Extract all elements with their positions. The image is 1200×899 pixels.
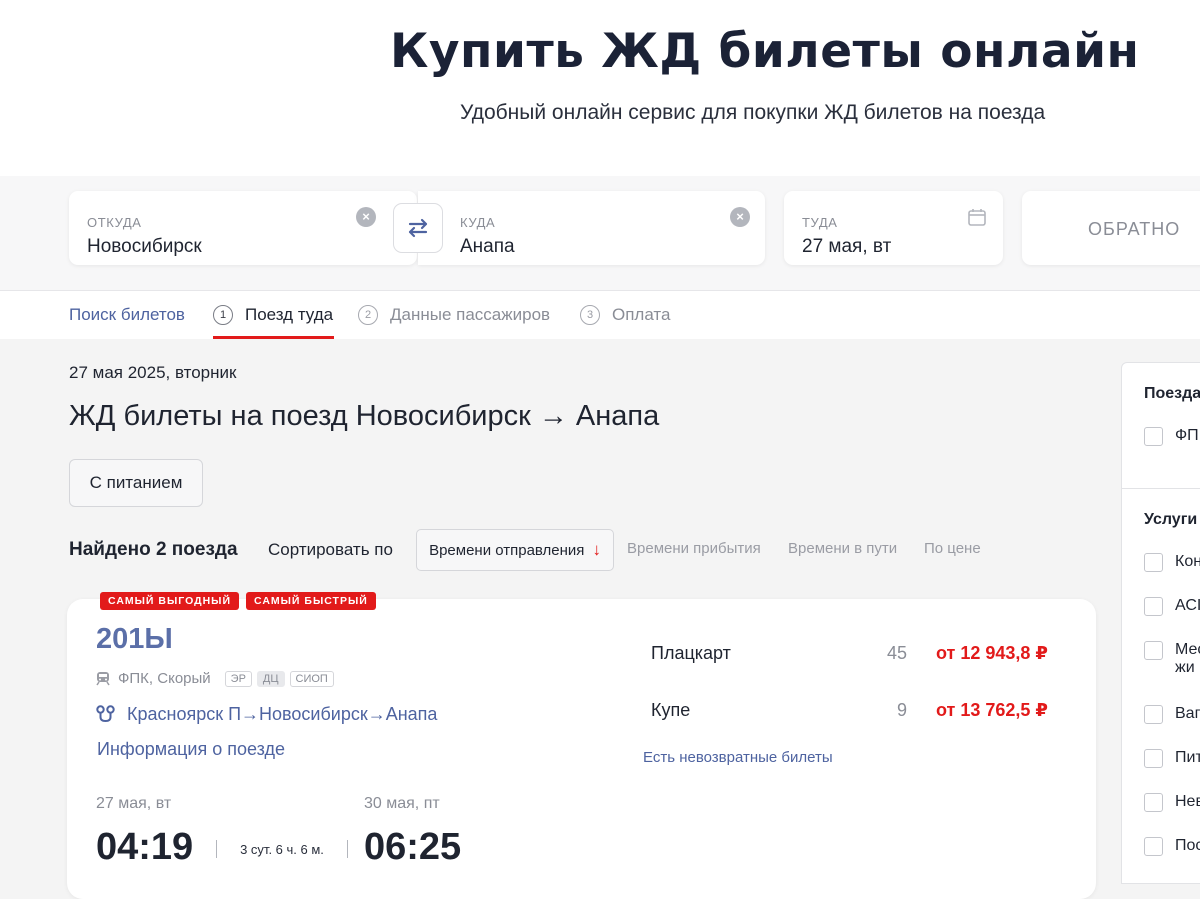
filter-item-label: Пит [1175, 749, 1200, 766]
seats-count: 45 [887, 643, 908, 663]
carrier-name: ФПК, Скорый [118, 670, 211, 687]
filter-checkbox-item[interactable]: АСІ [1144, 597, 1200, 616]
filter-checkbox-item[interactable]: Ваг [1144, 705, 1200, 724]
train-info-link[interactable]: Информация о поезде [97, 739, 285, 760]
filter-item-label: Кон [1175, 553, 1200, 570]
divider [1122, 488, 1200, 489]
filter-checkbox-item[interactable]: Пос [1144, 837, 1200, 856]
arrival-time: 06:25 [364, 826, 462, 868]
page-hero-title: Купить ЖД билеты онлайн [390, 24, 1140, 79]
step-payment: 3 Оплата [580, 291, 670, 339]
route-pins-icon [96, 705, 115, 723]
class-price[interactable]: от 13 762,5 ₽ [936, 700, 1048, 721]
date-value[interactable]: 27 мая, вт [802, 236, 891, 258]
sort-option-label: Времени отправления [429, 541, 585, 559]
checkbox[interactable] [1144, 597, 1163, 616]
filter-item-label: Нев [1175, 793, 1200, 810]
badge-fastest: САМЫЙ БЫСТРЫЙ [246, 592, 376, 610]
checkbox[interactable] [1144, 837, 1163, 856]
booking-steps: Поиск билетов 1 Поезд туда 2 Данные пасс… [0, 290, 1200, 339]
checkbox[interactable] [1144, 553, 1163, 572]
step-search[interactable]: Поиск билетов [69, 291, 185, 339]
nonrefundable-link[interactable]: Есть невозвратные билеты [643, 749, 833, 766]
checkbox[interactable] [1144, 641, 1163, 660]
train-number[interactable]: 201Ы [96, 623, 173, 656]
filter-item-label: Ваг [1175, 705, 1200, 722]
departure-date: 27 мая, вт [96, 795, 172, 812]
sort-direction-icon: ↓ [592, 540, 601, 559]
filter-item-label: АСІ [1175, 597, 1200, 614]
filter-section-title: Поезда [1144, 385, 1200, 402]
date-label: ТУДА [802, 215, 838, 230]
carrier-row: ФПК, Скорый ЭР ДЦ СИОП [96, 670, 339, 687]
clear-icon[interactable]: × [730, 207, 750, 227]
sort-by-duration-button[interactable]: Времени в пути [788, 540, 897, 557]
filters-sidebar: Поезда ФП Услуги Кон АСІ Мес жи Ваг Пит … [1121, 362, 1200, 884]
class-row-platzkart[interactable]: Плацкарт 45 от 12 943,8 ₽ [651, 643, 1051, 667]
step-label: Поезд туда [245, 305, 334, 324]
clear-icon[interactable]: × [356, 207, 376, 227]
sort-label: Сортировать по [268, 540, 393, 559]
filter-item-label: Пос [1175, 837, 1200, 854]
train-tag: ЭР [224, 670, 252, 687]
seats-count: 9 [897, 700, 908, 720]
search-date: 27 мая 2025, вторник [69, 363, 237, 382]
route-text: Красноярск П→Новосибирск→Анапа [127, 704, 438, 724]
to-value[interactable]: Анапа [460, 236, 515, 258]
travel-duration: 3 сут. 6 ч. 6 м. [216, 840, 348, 858]
checkbox[interactable] [1144, 793, 1163, 812]
checkbox[interactable] [1144, 427, 1163, 446]
train-tag: СИОП [289, 670, 334, 687]
step-label: Оплата [612, 305, 671, 324]
step-number: 3 [580, 305, 600, 325]
badge-cheapest: САМЫЙ ВЫГОДНЫЙ [100, 592, 239, 610]
departure-date-field[interactable]: ТУДА 27 мая, вт [784, 191, 1003, 265]
filter-section-title: Услуги [1144, 511, 1198, 528]
filter-checkbox-item[interactable]: Нев [1144, 793, 1200, 812]
filter-checkbox-item[interactable]: Пит [1144, 749, 1200, 768]
arrival-date: 30 мая, пт [364, 795, 440, 812]
sort-by-departure-button[interactable]: Времени отправления ↓ [416, 529, 614, 571]
active-step-underline [213, 336, 334, 339]
class-name: Купе [651, 700, 691, 720]
calendar-icon[interactable] [967, 207, 987, 227]
step-number: 1 [213, 305, 233, 325]
filter-item-label: ФП [1175, 427, 1199, 444]
class-name: Плацкарт [651, 643, 731, 663]
sort-by-price-button[interactable]: По цене [924, 540, 981, 557]
route-row: Красноярск П→Новосибирск→Анапа [96, 704, 437, 725]
train-tag: ДЦ [256, 670, 285, 687]
checkbox[interactable] [1144, 705, 1163, 724]
results-count: Найдено 2 поезда [69, 539, 238, 560]
filter-checkbox-item[interactable]: ФП [1144, 427, 1199, 446]
step-label[interactable]: Поиск билетов [69, 305, 185, 325]
filter-checkbox-item[interactable]: Мес жи [1144, 641, 1200, 677]
step-train-forward[interactable]: 1 Поезд туда [213, 291, 333, 339]
from-label: ОТКУДА [87, 215, 142, 230]
train-icon [96, 672, 110, 686]
sort-by-arrival-button[interactable]: Времени прибытия [627, 540, 761, 557]
return-date-field[interactable]: ОБРАТНО [1022, 191, 1200, 265]
step-label: Данные пассажиров [390, 305, 551, 324]
filter-with-meals[interactable]: С питанием [69, 459, 203, 507]
swap-direction-button[interactable] [393, 203, 443, 253]
filter-item-label: Мес жи [1175, 641, 1200, 676]
class-price[interactable]: от 12 943,8 ₽ [936, 643, 1048, 664]
to-label: КУДА [460, 215, 496, 230]
page-hero-subtitle: Удобный онлайн сервис для покупки ЖД бил… [460, 101, 1046, 124]
filter-checkbox-item[interactable]: Кон [1144, 553, 1200, 572]
return-label[interactable]: ОБРАТНО [1088, 219, 1180, 240]
to-field[interactable]: КУДА Анапа × [418, 191, 765, 265]
step-number: 2 [358, 305, 378, 325]
from-value[interactable]: Новосибирск [87, 236, 202, 258]
page-title: ЖД билеты на поезд Новосибирск → Анапа [69, 400, 660, 432]
swap-arrows-icon [408, 218, 428, 238]
class-row-kupe[interactable]: Купе 9 от 13 762,5 ₽ [651, 700, 1051, 724]
checkbox[interactable] [1144, 749, 1163, 768]
departure-time: 04:19 [96, 826, 194, 868]
step-passengers: 2 Данные пассажиров [358, 291, 550, 339]
from-field[interactable]: ОТКУДА Новосибирск × [69, 191, 417, 265]
